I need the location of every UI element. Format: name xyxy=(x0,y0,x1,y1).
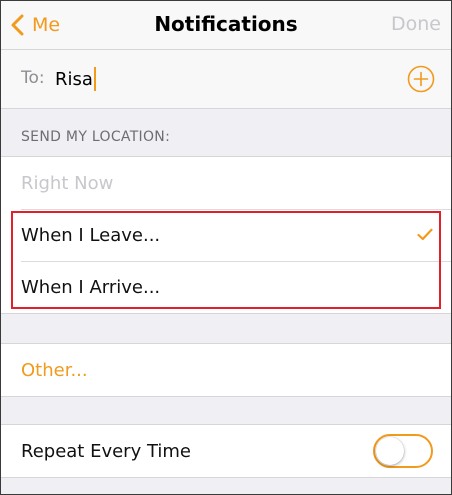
page-title: Notifications xyxy=(154,12,298,36)
add-recipient-button[interactable] xyxy=(407,65,435,93)
option-label: Right Now xyxy=(21,172,114,194)
other-button[interactable]: Other... xyxy=(1,344,451,396)
option-label: When I Leave... xyxy=(21,224,161,246)
repeat-row: Repeat Every Time xyxy=(1,425,451,477)
option-when-i-arrive[interactable]: When I Arrive... xyxy=(1,261,451,313)
option-label: When I Arrive... xyxy=(21,276,161,298)
recipient-input[interactable]: Risa xyxy=(55,66,96,92)
done-button[interactable]: Done xyxy=(391,13,441,35)
repeat-toggle[interactable] xyxy=(373,434,433,468)
recipient-label: To: xyxy=(21,68,45,88)
location-options-group: Right Now When I Leave... When I Arrive.… xyxy=(1,156,451,314)
recipient-value: Risa xyxy=(55,68,93,90)
text-cursor xyxy=(93,67,96,91)
repeat-group: Repeat Every Time xyxy=(1,424,451,478)
option-when-i-leave[interactable]: When I Leave... xyxy=(1,209,451,261)
repeat-label: Repeat Every Time xyxy=(21,440,192,462)
plus-circle-icon xyxy=(407,65,435,93)
toggle-knob xyxy=(376,437,404,465)
navigation-bar: Me Notifications Done xyxy=(1,1,451,50)
other-group: Other... xyxy=(1,343,451,397)
notifications-screen: Me Notifications Done To: Risa SEND MY L… xyxy=(0,0,452,495)
other-label: Other... xyxy=(21,359,88,381)
option-right-now[interactable]: Right Now xyxy=(1,157,451,209)
section-header: SEND MY LOCATION: xyxy=(21,129,171,145)
recipient-row: To: Risa xyxy=(1,50,451,109)
checkmark-icon xyxy=(417,228,433,241)
